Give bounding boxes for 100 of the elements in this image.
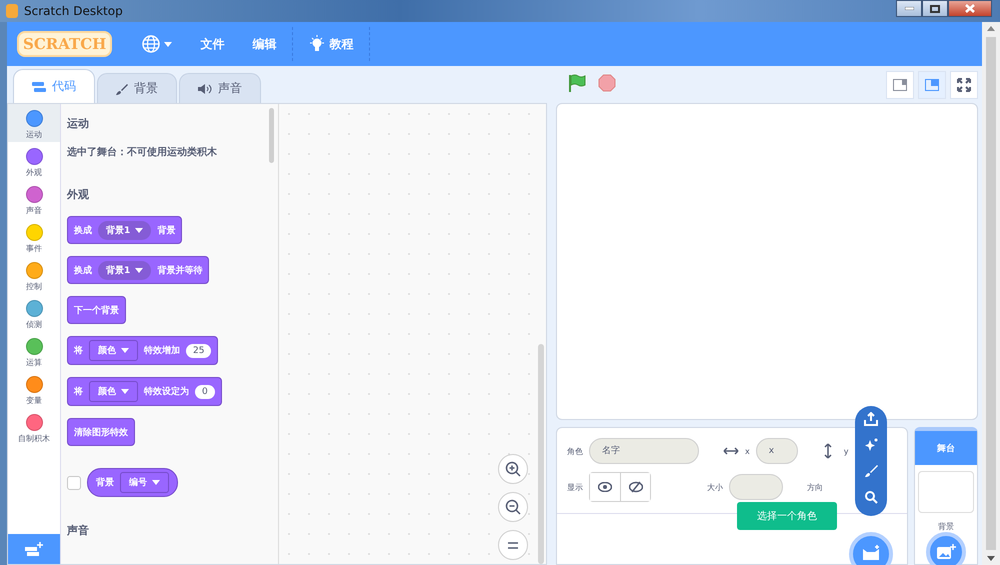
tutorials-button[interactable]: 教程 bbox=[297, 22, 366, 66]
reset-zoom-button[interactable] bbox=[498, 530, 528, 560]
close-button[interactable] bbox=[948, 0, 992, 17]
lightbulb-icon bbox=[309, 35, 326, 53]
block-label: 下一个背景 bbox=[74, 304, 119, 316]
direction-label: 方向 bbox=[807, 482, 823, 492]
category-button[interactable]: 变量 bbox=[8, 370, 60, 408]
equals-icon bbox=[508, 542, 518, 548]
block-dropdown[interactable]: 颜色 bbox=[89, 381, 138, 402]
eye-slash-icon bbox=[628, 481, 642, 493]
block-dropdown[interactable]: 颜色 bbox=[89, 340, 138, 361]
speaker-icon bbox=[198, 84, 212, 94]
caret-icon bbox=[121, 389, 129, 394]
close-icon bbox=[965, 4, 975, 13]
size-label: 大小 bbox=[707, 482, 723, 492]
caret-icon bbox=[135, 268, 144, 272]
choose-sprite-button[interactable] bbox=[849, 532, 893, 565]
block-label: 换成 bbox=[74, 264, 92, 276]
category-button[interactable]: 运算 bbox=[8, 332, 60, 370]
choose-backdrop-button[interactable] bbox=[926, 532, 966, 565]
minimize-icon bbox=[904, 7, 914, 10]
code-block[interactable]: 清除图形特效 bbox=[67, 418, 135, 446]
block-dropdown[interactable]: 背景1 bbox=[98, 220, 152, 240]
stage-size-button[interactable] bbox=[886, 70, 914, 98]
stage-size-button[interactable] bbox=[950, 70, 978, 98]
normal-stage-icon bbox=[925, 78, 939, 90]
x-field[interactable]: x bbox=[756, 438, 798, 464]
sprite-menu[interactable] bbox=[855, 406, 887, 516]
show-label: 显示 bbox=[567, 482, 583, 492]
code-block[interactable]: 换成 背景1 背景并等待 bbox=[67, 256, 210, 284]
caret-icon bbox=[164, 42, 172, 46]
small-stage-icon bbox=[893, 78, 907, 90]
checkbox[interactable] bbox=[67, 476, 81, 490]
code-blocks-icon bbox=[32, 82, 46, 92]
backdrops-label: 背景 bbox=[938, 521, 954, 532]
app-icon bbox=[6, 4, 18, 18]
block-dropdown[interactable]: 编号 bbox=[120, 472, 169, 493]
category-button[interactable]: 侦测 bbox=[8, 294, 60, 332]
caret-icon bbox=[121, 348, 129, 353]
block-label: 背景并等待 bbox=[157, 264, 202, 276]
code-block[interactable]: 将 颜色 特效设定为 0 bbox=[67, 377, 222, 406]
brush-icon bbox=[116, 82, 128, 94]
zoom-in-icon bbox=[505, 461, 521, 477]
code-block[interactable]: 将 颜色 特效增加 25 bbox=[67, 336, 218, 365]
fullscreen-icon bbox=[957, 78, 971, 92]
block-label: 清除图形特效 bbox=[74, 426, 128, 438]
block-label: 换成 bbox=[74, 224, 92, 236]
palette-note: 选中了舞台：不可使用运动类积木 bbox=[67, 146, 217, 159]
hide-button[interactable] bbox=[620, 473, 650, 501]
code-block[interactable]: 下一个背景 bbox=[67, 296, 126, 324]
eye-icon bbox=[598, 482, 612, 492]
add-blocks-icon bbox=[25, 542, 43, 556]
add-extension-button[interactable] bbox=[8, 534, 60, 564]
horizontal-arrows-icon bbox=[723, 447, 739, 455]
scroll-up-icon[interactable] bbox=[987, 26, 995, 31]
caret-icon bbox=[152, 480, 160, 485]
y-label: y bbox=[844, 446, 848, 456]
globe-icon bbox=[142, 35, 160, 53]
minimize-button[interactable] bbox=[896, 0, 922, 17]
flag-icon bbox=[568, 74, 586, 92]
sprite-label: 角色 bbox=[567, 446, 583, 456]
stage-title: 舞台 bbox=[915, 431, 977, 465]
number-input[interactable]: 25 bbox=[186, 344, 212, 358]
category-heading: 声音 bbox=[67, 523, 89, 538]
menu-item[interactable]: 文件 bbox=[188, 22, 236, 66]
category-button[interactable]: 声音 bbox=[8, 180, 60, 218]
menu-item[interactable]: 编辑 bbox=[240, 22, 288, 66]
category-heading: 外观 bbox=[67, 187, 89, 202]
block-label: 特效增加 bbox=[144, 344, 180, 357]
zoom-in-button[interactable] bbox=[498, 454, 528, 484]
stop-icon bbox=[598, 74, 616, 92]
tab[interactable]: 声音 bbox=[179, 73, 261, 103]
scroll-down-icon[interactable] bbox=[987, 556, 995, 561]
stage-panel[interactable]: 舞台 背景 bbox=[914, 427, 978, 565]
category-button[interactable]: 事件 bbox=[8, 218, 60, 256]
reporter-block[interactable]: 背景 编号 bbox=[87, 468, 178, 497]
category-heading: 运动 bbox=[67, 116, 89, 131]
block-label: 将 bbox=[74, 386, 83, 398]
sprite-name-field[interactable]: 名字 bbox=[589, 438, 699, 464]
tooltip: 选择一个角色 bbox=[737, 502, 837, 530]
sparkle-icon bbox=[864, 438, 878, 452]
block-label: 特效设定为 bbox=[144, 385, 189, 398]
number-input[interactable]: 0 bbox=[195, 384, 215, 398]
category-button[interactable]: 运动 bbox=[8, 104, 60, 142]
vertical-arrows-icon bbox=[824, 443, 832, 459]
tab[interactable]: 代码 bbox=[13, 69, 95, 103]
tab[interactable]: 背景 bbox=[97, 73, 177, 103]
block-dropdown[interactable]: 背景1 bbox=[98, 260, 152, 280]
category-button[interactable]: 外观 bbox=[8, 142, 60, 180]
zoom-out-button[interactable] bbox=[498, 492, 528, 522]
maximize-icon bbox=[930, 4, 940, 12]
category-button[interactable]: 控制 bbox=[8, 256, 60, 294]
image-add-icon bbox=[936, 544, 956, 560]
scrollbar-thumb[interactable] bbox=[986, 37, 996, 550]
category-button[interactable]: 自制积木 bbox=[8, 408, 60, 446]
brush-icon bbox=[864, 464, 878, 478]
maximize-button[interactable] bbox=[922, 0, 948, 17]
code-block[interactable]: 换成 背景1 背景 bbox=[67, 216, 182, 244]
size-field[interactable] bbox=[729, 474, 783, 500]
flag-button[interactable] bbox=[568, 74, 586, 95]
